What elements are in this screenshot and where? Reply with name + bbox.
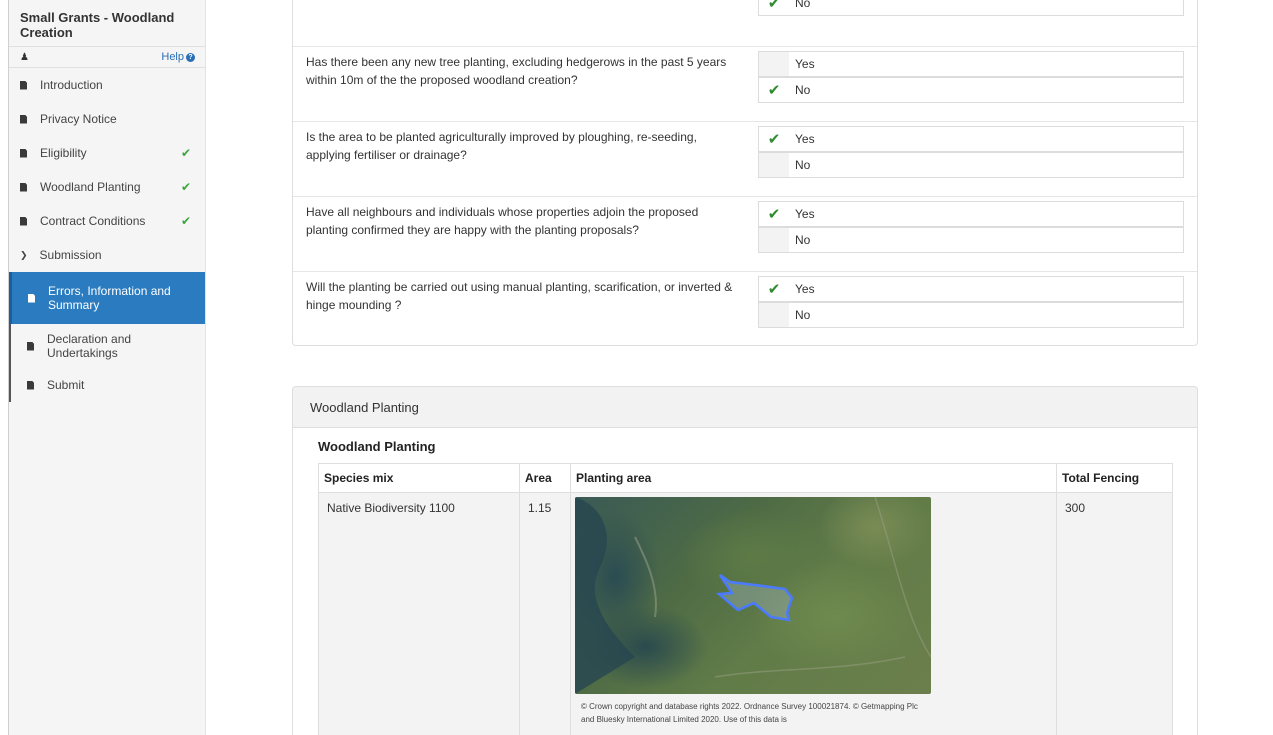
answer-label: Yes <box>795 132 815 146</box>
check-icon: ✔ <box>180 146 191 160</box>
question-row: ✔ No <box>293 0 1197 46</box>
table-row: Native Biodiversity 1100 1.15 © Crown co… <box>318 492 1173 735</box>
checkmark-icon: ✔ <box>767 206 781 223</box>
question-text: Is the area to be planted agriculturally… <box>306 130 697 162</box>
column-header: Area <box>519 463 571 493</box>
answer-option-no[interactable]: ✔ No <box>758 77 1184 103</box>
help-link[interactable]: Help ? <box>161 51 195 63</box>
column-header: Species mix <box>318 463 520 493</box>
check-icon: ✔ <box>180 214 191 228</box>
question-row: Has there been any new tree planting, ex… <box>293 46 1197 122</box>
question-text: Have all neighbours and individuals whos… <box>306 205 699 237</box>
area-cell: 1.15 <box>519 492 571 735</box>
answer-option-no[interactable]: No <box>758 302 1184 328</box>
document-icon <box>20 216 27 226</box>
question-text: Has there been any new tree planting, ex… <box>306 55 727 87</box>
document-icon <box>20 182 27 192</box>
fencing-cell: 300 <box>1056 492 1173 735</box>
sidebar-section-submission[interactable]: ❯ Submission <box>9 238 205 272</box>
checkmark-icon: ✔ <box>767 82 781 99</box>
document-icon <box>20 114 27 124</box>
question-text: Will the planting be carried out using m… <box>306 280 733 312</box>
sidebar-item-eligibility[interactable]: Eligibility ✔ <box>9 136 205 170</box>
sidebar-item-label: Errors, Information and Summary <box>48 284 171 312</box>
checkmark-icon: ✔ <box>767 281 781 298</box>
sidebar-item-submit[interactable]: Submit <box>9 368 205 402</box>
check-icon: ✔ <box>180 180 191 194</box>
sidebar-item-privacy-notice[interactable]: Privacy Notice <box>9 102 205 136</box>
column-header: Planting area <box>570 463 1057 493</box>
question-row: Will the planting be carried out using m… <box>293 271 1197 347</box>
sidebar-item-contract-conditions[interactable]: Contract Conditions ✔ <box>9 204 205 238</box>
answer-option-yes[interactable]: ✔ Yes <box>758 201 1184 227</box>
planting-area-polygon <box>575 497 931 694</box>
answer-option-no[interactable]: ✔ No <box>758 0 1184 16</box>
answer-label: No <box>795 158 811 172</box>
sidebar-item-introduction[interactable]: Introduction <box>9 68 205 102</box>
sidebar-section-label: Submission <box>39 248 102 262</box>
help-label: Help <box>161 51 184 63</box>
document-icon <box>20 80 27 90</box>
user-row: ♟ Help ? <box>9 47 205 68</box>
question-circle-icon: ? <box>186 52 195 62</box>
question-row: Is the area to be planted agriculturally… <box>293 121 1197 197</box>
answer-label: Yes <box>795 207 815 221</box>
answer-label: No <box>795 233 811 247</box>
answer-option-no[interactable]: No <box>758 152 1184 178</box>
chevron-down-icon: ❯ <box>20 249 28 260</box>
empty-check-cell <box>759 52 789 76</box>
document-icon <box>20 148 27 158</box>
answer-label: Yes <box>795 282 815 296</box>
checkmark-icon: ✔ <box>767 131 781 148</box>
questions-panel: ✔ No Has there been any new tree planting,… <box>292 0 1198 346</box>
sidebar: Small Grants - Woodland Creation ♟ Help … <box>8 0 206 735</box>
document-icon <box>28 293 35 303</box>
empty-check-cell <box>759 228 789 252</box>
user-icon[interactable]: ♟ <box>20 52 29 63</box>
answer-label: Yes <box>795 57 815 71</box>
sidebar-item-declaration-and-undertakings[interactable]: Declaration and Undertakings <box>9 324 205 368</box>
answer-label: No <box>795 308 811 322</box>
planting-area-map[interactable] <box>575 497 931 694</box>
map-copyright-caption: © Crown copyright and database rights 20… <box>581 702 918 724</box>
planting-area-cell: © Crown copyright and database rights 20… <box>570 492 1057 735</box>
sidebar-item-label: Woodland Planting <box>40 180 141 194</box>
answer-label: No <box>795 83 811 97</box>
sidebar-item-errors-information-and-summary[interactable]: Errors, Information and Summary <box>9 272 205 324</box>
answer-option-no[interactable]: No <box>758 227 1184 253</box>
answer-label: No <box>795 0 811 10</box>
answer-option-yes[interactable]: ✔ Yes <box>758 126 1184 152</box>
document-icon <box>27 380 34 390</box>
species-cell: Native Biodiversity 1100 <box>318 492 520 735</box>
sidebar-item-label: Introduction <box>40 78 103 92</box>
woodland-planting-table: Species mix Area Planting area Total Fen… <box>318 463 1173 735</box>
table-title: Woodland Planting <box>318 439 436 454</box>
sidebar-item-woodland-planting[interactable]: Woodland Planting ✔ <box>9 170 205 204</box>
column-header: Total Fencing <box>1056 463 1173 493</box>
sidebar-item-label: Submit <box>47 378 85 392</box>
empty-check-cell <box>759 303 789 327</box>
sidebar-item-label: Contract Conditions <box>40 214 146 228</box>
sidebar-item-label: Privacy Notice <box>40 112 117 126</box>
answer-option-yes[interactable]: Yes <box>758 51 1184 77</box>
question-row: Have all neighbours and individuals whos… <box>293 196 1197 272</box>
panel-heading: Woodland Planting <box>293 387 1197 428</box>
sidebar-item-label: Eligibility <box>40 146 87 160</box>
answer-option-yes[interactable]: ✔ Yes <box>758 276 1184 302</box>
sidebar-item-label: Declaration and Undertakings <box>47 332 132 360</box>
checkmark-icon: ✔ <box>767 0 781 12</box>
empty-check-cell <box>759 153 789 177</box>
form-title: Small Grants - Woodland Creation <box>9 0 205 47</box>
woodland-planting-panel: Woodland Planting Woodland Planting Spec… <box>292 386 1198 735</box>
document-icon <box>27 341 34 351</box>
